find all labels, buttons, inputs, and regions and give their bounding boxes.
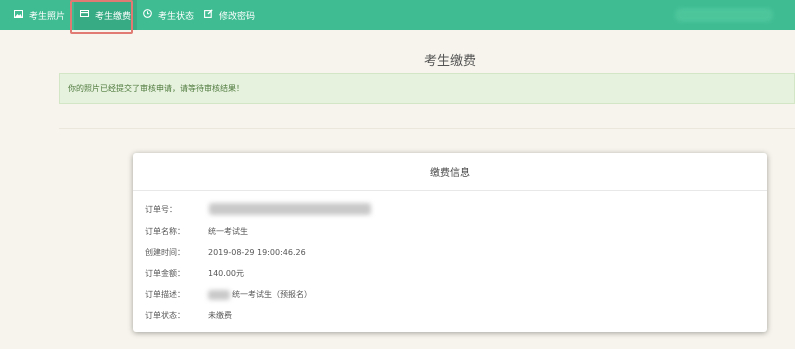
row-value: 统一考试生（预报名）	[232, 290, 312, 299]
nav-item-status[interactable]: 考生状态	[143, 0, 194, 30]
row-label: 订单描述：	[145, 290, 185, 299]
row-value: 统一考试生	[208, 227, 248, 236]
top-navbar: 考生照片 考生缴费 考生状态 修改密码	[0, 0, 795, 30]
divider	[59, 128, 795, 129]
clock-icon	[143, 9, 152, 21]
page-title: 考生缴费	[423, 54, 476, 69]
image-icon	[14, 9, 23, 21]
row-value: 140.00元	[208, 269, 244, 278]
description-prefix-blurred	[208, 289, 230, 300]
row-order-status: 订单状态： 未缴费	[145, 310, 232, 321]
edit-icon	[204, 9, 213, 21]
row-created-time: 创建时间： 2019-08-29 19:00:46.26	[145, 247, 306, 258]
alert-text: 你的照片已经提交了审核申请，请等待审核结果！	[68, 84, 244, 93]
nav-item-label: 考生状态	[158, 11, 195, 22]
order-number-blurred	[209, 203, 371, 215]
nav-item-photo[interactable]: 考生照片	[14, 0, 65, 30]
row-order-name: 订单名称： 统一考试生	[145, 226, 248, 237]
row-label: 创建时间：	[145, 248, 185, 257]
row-order-number: 订单号：	[145, 203, 371, 215]
nav-item-label: 考生照片	[29, 11, 66, 22]
nav-item-label: 修改密码	[219, 11, 256, 22]
row-label: 订单状态：	[145, 311, 185, 320]
row-order-description: 订单描述： 统一考试生（预报名）	[145, 289, 312, 300]
card-title-text: 缴费信息	[430, 168, 470, 179]
row-label: 订单金额：	[145, 269, 185, 278]
payment-info-card: 缴费信息 订单号： 订单名称： 统一考试生 创建时间： 2019-08-29 1…	[133, 153, 767, 332]
row-value: 未缴费	[208, 311, 232, 320]
nav-item-label: 考生缴费	[95, 11, 132, 22]
nav-item-payment[interactable]: 考生缴费	[74, 0, 138, 30]
card-title: 缴费信息	[133, 153, 767, 191]
alert-message: 你的照片已经提交了审核申请，请等待审核结果！	[59, 73, 795, 104]
row-order-amount: 订单金额： 140.00元	[145, 268, 244, 279]
card-icon	[80, 10, 89, 20]
nav-item-password[interactable]: 修改密码	[204, 0, 255, 30]
row-value: 2019-08-29 19:00:46.26	[208, 248, 306, 257]
row-label: 订单号：	[145, 204, 177, 214]
row-label: 订单名称：	[145, 227, 185, 236]
user-info-blurred[interactable]	[675, 8, 773, 22]
